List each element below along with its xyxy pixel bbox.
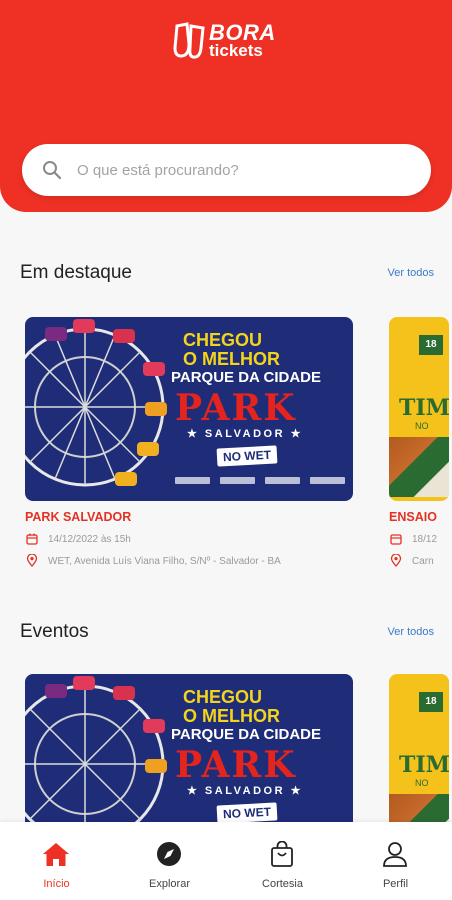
search-input[interactable] [77,155,417,185]
banner-venue-tag: NO WET [216,802,278,824]
banner2-subtitle: NO [415,421,429,431]
app-header: BORA tickets [0,0,452,212]
banner2-date-badge: 18 [419,692,443,712]
banner-headline-1: CHEGOU [183,330,263,350]
tab-profile[interactable]: Perfil [339,822,452,900]
bag-icon [271,841,293,867]
banner2-decoration [389,437,449,497]
banner-venue-tag: NO WET [216,445,278,467]
banner2-title: TIM [399,395,449,421]
sponsor-logos [175,477,345,487]
tab-courtesy[interactable]: Cortesia [226,822,339,900]
event-date: 14/12/2022 às 15h [48,534,131,545]
compass-icon [157,842,181,866]
tab-home[interactable]: Início [0,822,113,900]
search-icon [43,161,62,180]
banner-park-word: PARK [175,387,297,429]
banner-city: ★ SALVADOR ★ [187,785,303,797]
featured-section-title: Em destaque [20,262,132,283]
banner2-date-badge: 18 [419,335,443,355]
banner-park-word: PARK [175,744,297,786]
banner2-title: TIM [399,752,449,778]
user-icon [383,842,407,867]
event-address: WET, Avenida Luís Viana Filho, S/Nº - Sa… [48,556,281,567]
tab-explore-label: Explorar [149,878,190,890]
search-bar[interactable] [22,144,431,196]
featured-card-image[interactable]: CHEGOU O MELHOR PARQUE DA CIDADE PARK ★ … [25,317,353,501]
banner-subheadline: PARQUE DA CIDADE [171,726,322,743]
events-section-title: Eventos [20,621,89,642]
banner-headline: CHEGOU O MELHOR [183,688,280,726]
tab-courtesy-label: Cortesia [262,878,303,890]
banner2-subtitle: NO [415,778,429,788]
brand-line2: tickets [209,41,263,60]
home-icon [43,843,69,866]
calendar-icon [26,533,38,545]
featured-card-image-2[interactable]: 18 TIM NO [389,317,449,501]
event-name-2[interactable]: ENSAIO [389,510,437,524]
ensaio-banner: 18 TIM NO [389,317,449,501]
park-salvador-banner: CHEGOU O MELHOR PARQUE DA CIDADE PARK ★ … [25,317,353,501]
bora-tickets-logo: BORA tickets [173,20,283,66]
tab-home-label: Início [43,878,70,890]
location-pin-icon [390,554,402,567]
banner-headline-1: CHEGOU [183,687,263,707]
ferris-wheel-illustration [25,319,167,487]
events-see-all-link[interactable]: Ver todos [388,626,434,638]
banner-city: ★ SALVADOR ★ [187,428,303,440]
banner-headline-2: O MELHOR [183,706,280,726]
banner-headline: CHEGOU O MELHOR [183,331,280,369]
tab-profile-label: Perfil [382,878,409,890]
calendar-icon [390,534,402,545]
bottom-tab-bar: Início Explorar Cortesia Perfil [0,822,452,900]
event-address-2: Carn [412,556,434,567]
ticket-hands-icon [173,22,205,59]
event-name[interactable]: PARK SALVADOR [25,510,131,524]
banner-subheadline: PARQUE DA CIDADE [171,369,322,386]
event-date-2: 18/12 [412,534,438,545]
banner-headline-2: O MELHOR [183,349,280,369]
tab-explore[interactable]: Explorar [113,822,226,900]
location-pin-icon [26,554,38,567]
featured-see-all-link[interactable]: Ver todos [388,267,434,279]
